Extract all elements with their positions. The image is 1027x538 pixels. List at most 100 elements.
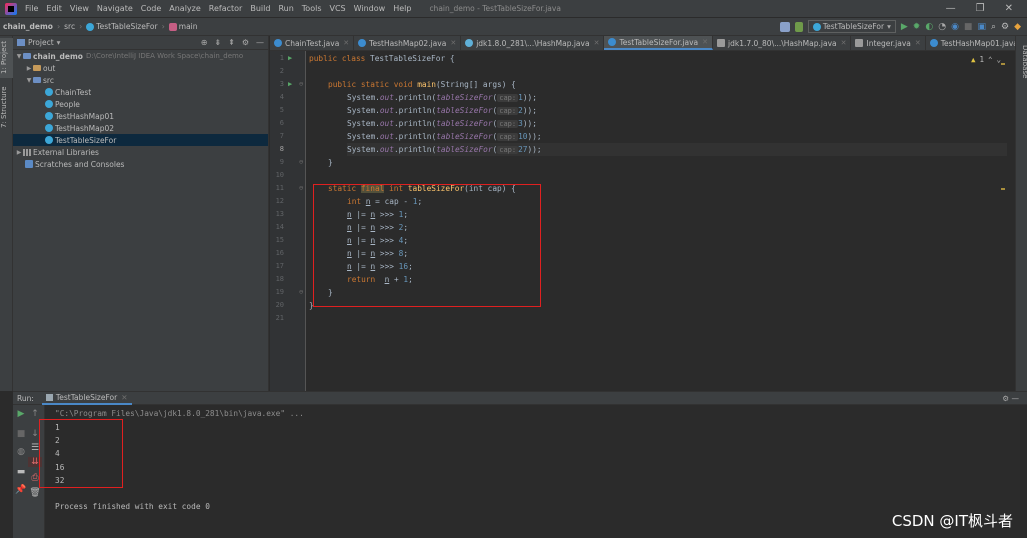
- tab-hashmap-jdk18[interactable]: jdk1.8.0_281\...\HashMap.java ✕: [461, 36, 605, 50]
- menu-navigate[interactable]: Navigate: [93, 4, 137, 13]
- warning-count: 1: [979, 55, 984, 64]
- restore-button[interactable]: ❐: [976, 3, 985, 14]
- line-number: 3: [279, 80, 284, 88]
- hide-icon[interactable]: —: [256, 38, 264, 47]
- gear-icon[interactable]: ⚙: [1002, 394, 1009, 403]
- structure-tool-tab[interactable]: 7: Structure: [0, 84, 13, 130]
- tab-chaintest[interactable]: ChainTest.java ✕: [270, 36, 355, 50]
- run-icon[interactable]: ▶: [901, 22, 908, 32]
- chevron-down-icon[interactable]: ▾: [57, 38, 61, 47]
- breadcrumb-folder[interactable]: src: [61, 22, 78, 31]
- menu-refactor[interactable]: Refactor: [205, 4, 247, 13]
- run-main-gutter-icon[interactable]: ▶: [288, 80, 292, 88]
- close-icon[interactable]: ✕: [121, 393, 127, 402]
- close-icon[interactable]: ✕: [702, 38, 708, 46]
- tab-integer[interactable]: Integer.java ✕: [851, 36, 926, 50]
- line-number: 7: [279, 132, 284, 140]
- inspection-widget[interactable]: ▲ 1 ⌃ ⌄: [971, 55, 1001, 64]
- class-icon: [608, 38, 617, 46]
- tab-testhashmap01[interactable]: TestHashMap01.java✕: [926, 36, 1015, 50]
- tree-item-out[interactable]: ▶ out: [13, 62, 268, 74]
- gear-icon[interactable]: ⚙: [1001, 22, 1009, 32]
- tree-item-people[interactable]: People: [13, 98, 268, 110]
- close-icon[interactable]: ✕: [841, 39, 847, 47]
- menu-help[interactable]: Help: [389, 4, 415, 13]
- tree-item-testhashmap02[interactable]: TestHashMap02: [13, 122, 268, 134]
- tree-item-scratches[interactable]: Scratches and Consoles: [13, 158, 268, 170]
- rerun-icon[interactable]: ▶: [14, 409, 28, 419]
- breadcrumb-folder-label: src: [64, 22, 76, 31]
- camera-icon[interactable]: ◍: [14, 447, 28, 457]
- tab-hashmap-jdk17[interactable]: jdk1.7.0_80\...\HashMap.java ✕: [713, 36, 852, 50]
- menu-code[interactable]: Code: [137, 4, 165, 13]
- menu-run[interactable]: Run: [274, 4, 297, 13]
- project-tool-tab[interactable]: 1: Project: [0, 38, 13, 78]
- gear-icon[interactable]: ⚙: [242, 38, 249, 47]
- menu-build[interactable]: Build: [246, 4, 274, 13]
- tree-item-external-libraries[interactable]: ▶ External Libraries: [13, 146, 268, 158]
- close-icon[interactable]: ✕: [450, 39, 456, 47]
- project-panel: Project ▾ ⊕ ⇟ ⇞ ⚙ — ▼ chain_demo D:\Core…: [13, 36, 269, 391]
- tab-testhashmap02[interactable]: TestHashMap02.java ✕: [354, 36, 462, 50]
- trash-icon[interactable]: 🗑: [28, 488, 42, 498]
- menu-window[interactable]: Window: [350, 4, 390, 13]
- layout-icon[interactable]: ▬: [14, 467, 28, 477]
- collapse-all-icon[interactable]: ⇞: [228, 38, 235, 47]
- expand-all-icon[interactable]: ⇟: [214, 38, 221, 47]
- breadcrumb-method[interactable]: main: [166, 22, 201, 31]
- tree-item-chaintest[interactable]: ChainTest: [13, 86, 268, 98]
- run-class-gutter-icon[interactable]: ▶: [288, 54, 292, 62]
- scroll-up-icon[interactable]: ↑: [28, 409, 42, 419]
- breadcrumb-project[interactable]: chain_demo: [0, 22, 56, 31]
- close-icon[interactable]: ✕: [594, 39, 600, 47]
- fold-icon[interactable]: ⊖: [299, 158, 303, 166]
- class-icon: [45, 88, 53, 96]
- fold-icon[interactable]: ⊖: [299, 80, 303, 88]
- highlight-box-tablesizefor: [313, 184, 541, 307]
- stop-icon[interactable]: ■: [14, 429, 28, 439]
- pin-icon[interactable]: 📌: [14, 485, 28, 495]
- menu-file[interactable]: File: [21, 4, 42, 13]
- tree-item-testtablesizefor[interactable]: TestTableSizeFor: [13, 134, 268, 146]
- run-tab-testtablesizefor[interactable]: TestTableSizeFor ✕: [41, 392, 132, 405]
- vcs-user-icon[interactable]: [779, 21, 790, 32]
- minimize-button[interactable]: —: [946, 3, 956, 14]
- run-configuration-select[interactable]: TestTableSizeFor ▾: [807, 20, 896, 33]
- stop-icon[interactable]: ■: [964, 22, 973, 32]
- menu-tools[interactable]: Tools: [298, 4, 326, 13]
- debug-icon[interactable]: ✹: [913, 22, 921, 32]
- editor-scrollbar-marks[interactable]: [1001, 51, 1005, 391]
- menu-vcs[interactable]: VCS: [326, 4, 350, 13]
- notification-icon[interactable]: ◆: [1014, 22, 1021, 32]
- attach-debugger-icon[interactable]: ◉: [951, 22, 959, 32]
- hide-icon[interactable]: —: [1012, 394, 1020, 403]
- breadcrumb-class[interactable]: TestTableSizeFor: [83, 22, 160, 31]
- menu-edit[interactable]: Edit: [42, 4, 66, 13]
- close-icon[interactable]: ✕: [915, 39, 921, 47]
- fold-icon[interactable]: ⊖: [299, 184, 303, 192]
- database-tool-tab[interactable]: Database: [1016, 42, 1027, 82]
- tree-item-label: People: [55, 99, 80, 109]
- fold-icon[interactable]: ⊖: [299, 288, 303, 296]
- close-icon[interactable]: ✕: [343, 39, 349, 47]
- code-editor[interactable]: public class TestTableSizeFor { public s…: [309, 51, 1009, 391]
- project-structure-icon[interactable]: ▣: [977, 22, 986, 32]
- profile-icon[interactable]: ◔: [938, 22, 946, 32]
- chevron-up-icon[interactable]: ⌃: [988, 55, 993, 64]
- project-panel-title[interactable]: Project: [28, 38, 54, 47]
- tree-item-testhashmap01[interactable]: TestHashMap01: [13, 110, 268, 122]
- coverage-icon[interactable]: ◐: [925, 22, 933, 32]
- menu-analyze[interactable]: Analyze: [165, 4, 205, 13]
- tab-label: Integer.java: [866, 38, 911, 48]
- parameter-hint: cap:: [497, 146, 519, 154]
- close-button[interactable]: ✕: [1005, 3, 1013, 14]
- run-console[interactable]: "C:\Program Files\Java\jdk1.8.0_281\bin\…: [39, 405, 1027, 538]
- search-icon[interactable]: ⌕: [991, 22, 996, 32]
- tree-item-project-root[interactable]: ▼ chain_demo D:\Core\IntelliJ IDEA Work …: [13, 50, 268, 62]
- locate-icon[interactable]: ⊕: [201, 38, 208, 47]
- menu-view[interactable]: View: [66, 4, 93, 13]
- tree-item-src[interactable]: ▼ src: [13, 74, 268, 86]
- hammer-build-icon[interactable]: [794, 21, 803, 32]
- tab-testtablesizefor[interactable]: TestTableSizeFor.java ✕: [604, 36, 714, 50]
- source-folder-icon: [33, 77, 41, 83]
